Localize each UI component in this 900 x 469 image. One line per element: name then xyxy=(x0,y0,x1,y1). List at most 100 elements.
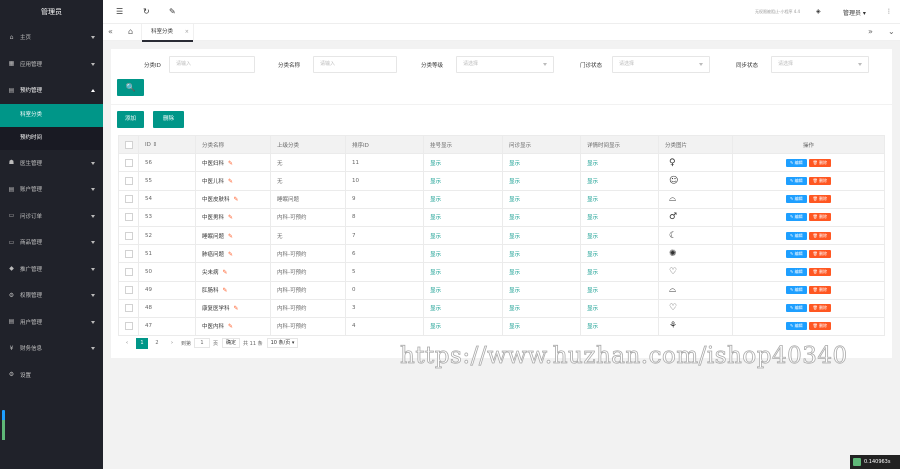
batch-delete-button[interactable]: 删除 xyxy=(153,111,184,128)
sidebar-item-1[interactable]: ▦ 应用管理 xyxy=(0,51,103,78)
edit-button[interactable]: ✎ 编辑 xyxy=(786,195,807,204)
cell-reg[interactable]: 显示 xyxy=(423,262,503,282)
edit-pencil-icon[interactable]: ✎ xyxy=(228,178,233,185)
row-select-cell[interactable] xyxy=(118,244,139,264)
delete-button[interactable]: 🗑 删除 xyxy=(808,158,831,167)
row-select-cell[interactable] xyxy=(118,207,139,227)
checkbox[interactable] xyxy=(124,267,133,276)
user-menu[interactable]: 管理员 ▾ xyxy=(843,8,866,17)
sidebar-item-7[interactable]: ◆ 推广管理 xyxy=(0,256,103,283)
cell-detail[interactable]: 显示 xyxy=(580,316,659,337)
prev-page-button[interactable]: ‹ xyxy=(121,338,133,349)
delete-button[interactable]: 🗑 删除 xyxy=(808,176,831,185)
edit-button[interactable]: ✎ 编辑 xyxy=(786,249,807,258)
sidebar-item-6[interactable]: ▭ 商品管理 xyxy=(0,229,103,256)
edit-pencil-icon[interactable]: ✎ xyxy=(234,305,239,312)
row-select-cell[interactable] xyxy=(118,171,139,191)
delete-button[interactable]: 🗑 删除 xyxy=(808,267,831,276)
row-select-cell[interactable] xyxy=(118,189,139,209)
cell-consult[interactable]: 显示 xyxy=(502,207,581,227)
cell-reg[interactable]: 显示 xyxy=(423,225,503,246)
sidebar-item-11[interactable]: ⚙ 设置 xyxy=(0,362,103,389)
page-2-button[interactable]: 2 xyxy=(151,338,163,349)
menu-toggle-icon[interactable]: ☰ xyxy=(116,7,123,17)
checkbox[interactable] xyxy=(124,286,133,295)
sync-status-select[interactable]: 请选择 xyxy=(771,56,869,73)
cell-reg[interactable]: 显示 xyxy=(423,207,503,227)
select-all-cell[interactable] xyxy=(118,134,139,155)
page-number-input[interactable]: 1 xyxy=(194,338,211,348)
checkbox[interactable] xyxy=(124,140,133,149)
edit-button[interactable]: ✎ 编辑 xyxy=(786,213,807,222)
cell-consult[interactable]: 显示 xyxy=(502,225,581,246)
clear-cache-icon[interactable]: ✎ xyxy=(169,7,176,17)
checkbox[interactable] xyxy=(124,249,133,258)
cell-detail[interactable]: 显示 xyxy=(580,207,659,227)
close-icon[interactable]: × xyxy=(185,24,189,41)
tab-scroll-left-icon[interactable]: « xyxy=(108,27,113,37)
sidebar-item-8[interactable]: ⚙ 权限管理 xyxy=(0,282,103,309)
row-select-cell[interactable] xyxy=(118,298,139,318)
sidebar-item-0[interactable]: ⌂ 主页 xyxy=(0,24,103,51)
edit-button[interactable]: ✎ 编辑 xyxy=(786,158,807,167)
next-page-button[interactable]: › xyxy=(166,338,178,349)
row-select-cell[interactable] xyxy=(118,262,139,282)
clinic-status-select[interactable]: 请选择 xyxy=(612,56,710,73)
edit-button[interactable]: ✎ 编辑 xyxy=(786,286,807,295)
cell-reg[interactable]: 显示 xyxy=(423,171,503,191)
cell-detail[interactable]: 显示 xyxy=(580,225,659,246)
edit-button[interactable]: ✎ 编辑 xyxy=(786,304,807,313)
theme-icon[interactable]: ◈ xyxy=(816,8,821,15)
category-level-select[interactable]: 请选择 xyxy=(456,56,554,73)
cell-detail[interactable]: 显示 xyxy=(580,189,659,209)
cell-reg[interactable]: 显示 xyxy=(423,316,503,337)
checkbox[interactable] xyxy=(124,231,133,240)
category-id-input[interactable]: 请输入 xyxy=(169,56,255,73)
edit-pencil-icon[interactable]: ✎ xyxy=(234,196,239,203)
delete-button[interactable]: 🗑 删除 xyxy=(808,213,831,222)
edit-pencil-icon[interactable]: ✎ xyxy=(223,269,228,276)
delete-button[interactable]: 🗑 删除 xyxy=(808,195,831,204)
checkbox[interactable] xyxy=(124,195,133,204)
tab-scroll-right-icon[interactable]: » xyxy=(868,27,873,37)
checkbox[interactable] xyxy=(124,158,133,167)
sidebar-item-10[interactable]: ¥ 财务信息 xyxy=(0,335,103,362)
edit-pencil-icon[interactable]: ✎ xyxy=(228,214,233,221)
row-select-cell[interactable] xyxy=(118,153,139,173)
cell-reg[interactable]: 显示 xyxy=(423,189,503,209)
per-page-select[interactable]: 10 条/页 ▾ xyxy=(266,338,299,348)
edit-button[interactable]: ✎ 编辑 xyxy=(786,267,807,276)
checkbox[interactable] xyxy=(124,304,133,313)
sidebar-item-3[interactable]: ☗ 医生管理 xyxy=(0,150,103,177)
category-name-input[interactable]: 请输入 xyxy=(313,56,397,73)
cell-detail[interactable]: 显示 xyxy=(580,153,659,173)
cell-reg[interactable]: 显示 xyxy=(423,298,503,318)
edit-button[interactable]: ✎ 编辑 xyxy=(786,176,807,185)
row-select-cell[interactable] xyxy=(118,225,139,246)
refresh-icon[interactable]: ↻ xyxy=(143,7,150,17)
cell-consult[interactable]: 显示 xyxy=(502,262,581,282)
sidebar-subitem-1[interactable]: 预约时间 xyxy=(0,127,103,150)
chevron-down-icon[interactable]: ⌄ xyxy=(888,27,895,37)
home-tab-icon[interactable]: ⌂ xyxy=(128,27,133,37)
cell-consult[interactable]: 显示 xyxy=(502,189,581,209)
sidebar-item-2[interactable]: ▤ 预约管理 xyxy=(0,77,103,104)
edit-pencil-icon[interactable]: ✎ xyxy=(228,233,233,240)
edit-pencil-icon[interactable]: ✎ xyxy=(228,323,233,330)
edit-pencil-icon[interactable]: ✎ xyxy=(223,287,228,294)
cell-consult[interactable]: 显示 xyxy=(502,244,581,264)
cell-detail[interactable]: 显示 xyxy=(580,280,659,300)
delete-button[interactable]: 🗑 删除 xyxy=(808,249,831,258)
sidebar-item-9[interactable]: ▤ 用户管理 xyxy=(0,309,103,336)
cell-consult[interactable]: 显示 xyxy=(502,153,581,173)
delete-button[interactable]: 🗑 删除 xyxy=(808,286,831,295)
cell-consult[interactable]: 显示 xyxy=(502,316,581,337)
tab-department-category[interactable]: 科室分类 × xyxy=(141,24,194,42)
delete-button[interactable]: 🗑 删除 xyxy=(808,304,831,313)
search-button[interactable]: 🔍 xyxy=(117,79,144,96)
checkbox[interactable] xyxy=(124,322,133,331)
sidebar-subitem-0[interactable]: 科室分类 xyxy=(0,103,103,127)
cell-detail[interactable]: 显示 xyxy=(580,244,659,264)
page-1-button[interactable]: 1 xyxy=(136,337,148,349)
cell-detail[interactable]: 显示 xyxy=(580,262,659,282)
